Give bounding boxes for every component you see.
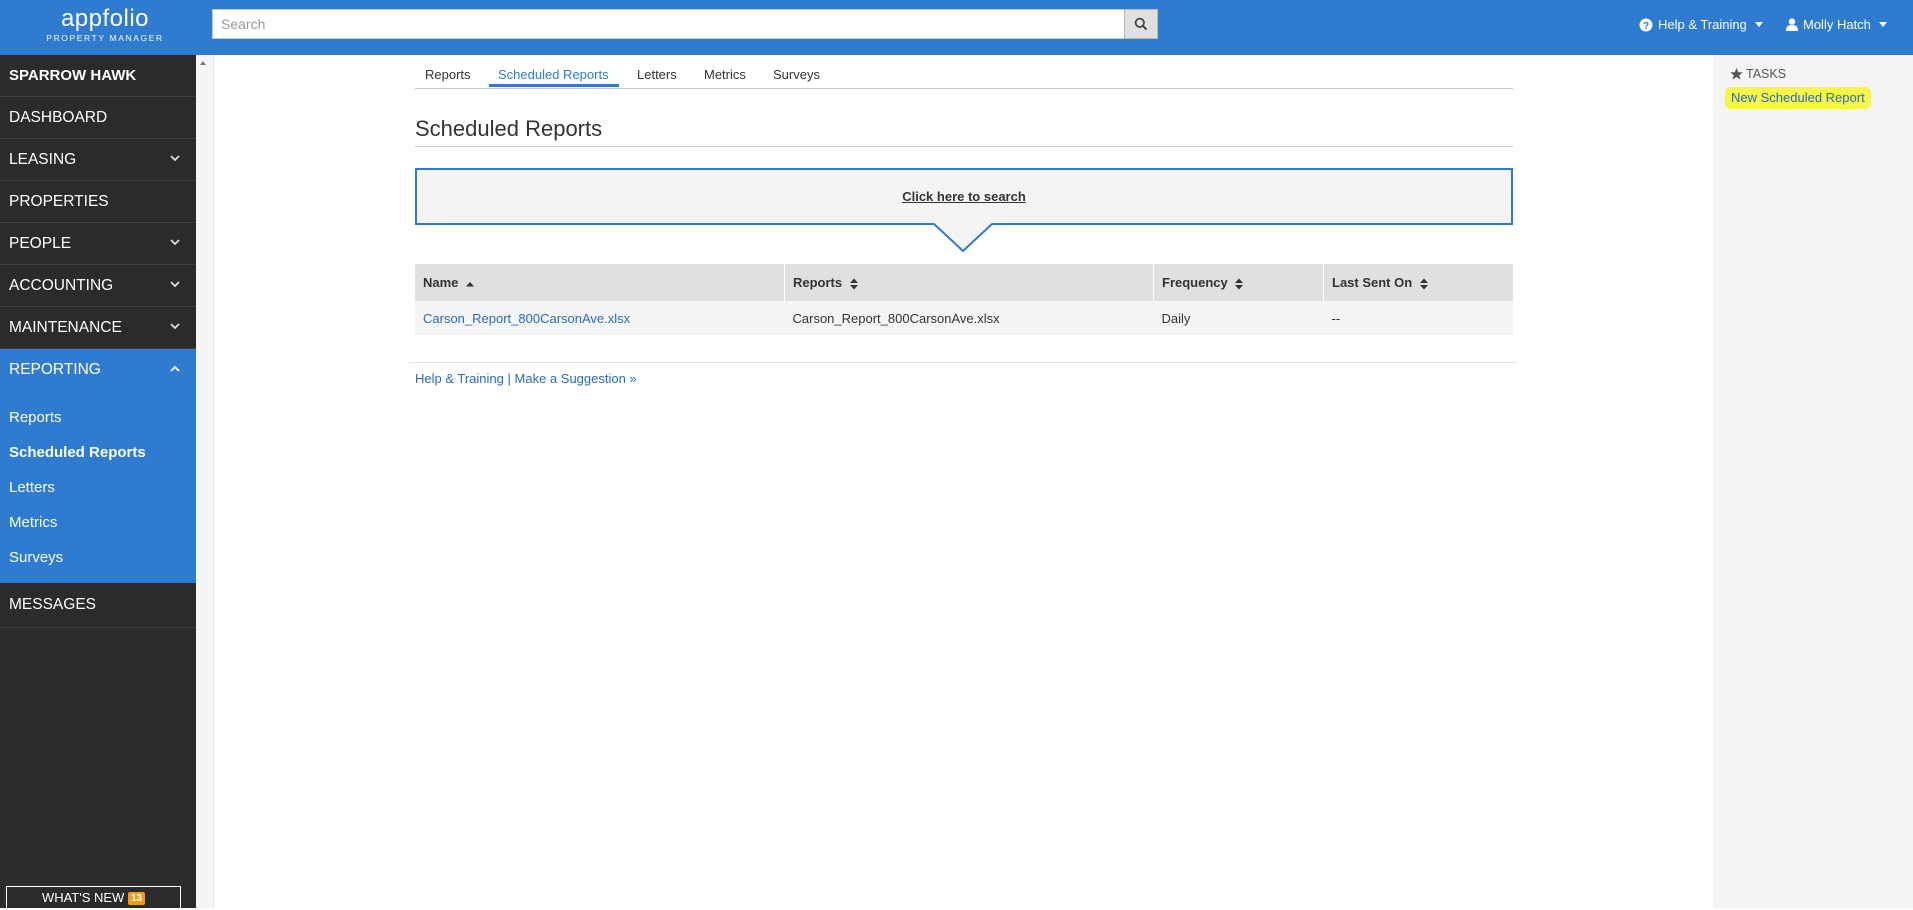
global-search [212, 9, 1158, 39]
active-tab-indicator [489, 84, 619, 87]
cell-reports: Carson_Report_800CarsonAve.xlsx [784, 301, 1154, 335]
sidebar: SPARROW HAWK DASHBOARD LEASING PROPERTIE… [0, 55, 196, 910]
sidebar-item-accounting[interactable]: ACCOUNTING [0, 265, 196, 307]
sort-ascending-icon [466, 281, 475, 287]
chevron-down-icon [170, 155, 180, 162]
chevron-down-icon [170, 323, 180, 330]
sort-icon [1419, 278, 1428, 290]
appfolio-logo[interactable]: appfolio PROPERTY MANAGER [40, 5, 170, 44]
sidebar-item-label: PROPERTIES [9, 193, 109, 210]
tab-scheduled-reports[interactable]: Scheduled Reports [498, 67, 609, 82]
sidebar-item-leasing[interactable]: LEASING [0, 139, 196, 181]
tab-surveys[interactable]: Surveys [773, 67, 820, 82]
sidebar-item-messages[interactable]: MESSAGES [0, 583, 196, 628]
tab-letters[interactable]: Letters [637, 67, 677, 82]
sidebar-item-people[interactable]: PEOPLE [0, 223, 196, 265]
whats-new-button[interactable]: WHAT'S NEW 13 [6, 886, 181, 910]
sidebar-subitem-scheduled-reports[interactable]: Scheduled Reports [0, 435, 196, 470]
whats-new-label: WHAT'S NEW [41, 890, 125, 905]
sort-icon [849, 278, 858, 290]
table-row: Carson_Report_800CarsonAve.xlsx Carson_R… [415, 301, 1513, 335]
footer-separator: | [507, 371, 511, 386]
search-icon [1134, 17, 1148, 31]
make-suggestion-link[interactable]: Make a Suggestion » [515, 371, 637, 386]
sidebar-scrollbar[interactable] [196, 55, 214, 908]
cell-name: Carson_Report_800CarsonAve.xlsx [415, 301, 785, 335]
reporting-submenu: Reports Scheduled Reports Letters Metric… [0, 390, 196, 583]
search-panel-pointer-icon [934, 223, 992, 253]
sidebar-item-maintenance[interactable]: MAINTENANCE [0, 307, 196, 349]
click-to-search-link[interactable]: Click here to search [902, 189, 1026, 204]
chevron-down-icon [170, 281, 180, 288]
report-name-link[interactable]: Carson_Report_800CarsonAve.xlsx [423, 311, 630, 326]
cell-frequency: Daily [1153, 301, 1324, 335]
column-header-frequency[interactable]: Frequency [1153, 264, 1324, 301]
scheduled-reports-table: Name Reports Frequency Last Sent On Cars… [415, 264, 1513, 335]
table-header-row: Name Reports Frequency Last Sent On [415, 264, 1513, 301]
help-training-label: Help & Training [1658, 17, 1747, 32]
tasks-panel: TASKS New Scheduled Report [1713, 55, 1913, 908]
help-training-menu[interactable]: ? Help & Training [1639, 17, 1763, 32]
search-input[interactable] [212, 9, 1124, 39]
sidebar-item-label: LEASING [9, 151, 77, 168]
chevron-down-icon [1754, 22, 1763, 27]
sidebar-subitem-surveys[interactable]: Surveys [0, 540, 196, 575]
user-icon [1786, 18, 1798, 31]
question-circle-icon: ? [1639, 18, 1653, 32]
sidebar-org-name: SPARROW HAWK [0, 55, 196, 97]
sort-icon [1235, 278, 1244, 290]
logo-subtitle: PROPERTY MANAGER [46, 33, 164, 43]
column-header-last-sent-on[interactable]: Last Sent On [1323, 264, 1513, 301]
sidebar-subitem-reports[interactable]: Reports [0, 400, 196, 435]
column-header-reports[interactable]: Reports [784, 264, 1154, 301]
filter-search-panel: Click here to search [415, 168, 1513, 225]
star-icon [1730, 68, 1743, 80]
cell-last-sent-on: -- [1323, 301, 1513, 335]
footer-links: Help & Training | Make a Suggestion » [415, 371, 637, 386]
sidebar-item-dashboard[interactable]: DASHBOARD [0, 97, 196, 139]
sidebar-item-label: REPORTING [9, 361, 101, 378]
new-scheduled-report-link[interactable]: New Scheduled Report [1725, 87, 1871, 109]
column-header-name[interactable]: Name [415, 264, 785, 301]
reporting-tabs: Reports Scheduled Reports Letters Metric… [415, 64, 1513, 89]
sidebar-subitem-letters[interactable]: Letters [0, 470, 196, 505]
svg-text:?: ? [1643, 21, 1649, 32]
top-bar: appfolio PROPERTY MANAGER ? Help & Train… [0, 0, 1913, 55]
chevron-up-icon [170, 365, 180, 372]
sidebar-item-label: ACCOUNTING [9, 277, 114, 294]
chevron-down-icon [170, 239, 180, 246]
footer-divider [409, 362, 1517, 363]
user-name: Molly Hatch [1803, 17, 1871, 32]
tab-reports[interactable]: Reports [425, 67, 471, 82]
sidebar-subitem-metrics[interactable]: Metrics [0, 505, 196, 540]
logo-brand: appfolio [60, 5, 150, 32]
title-divider [415, 146, 1513, 147]
footer-help-training-link[interactable]: Help & Training [415, 371, 504, 386]
user-menu[interactable]: Molly Hatch [1786, 17, 1887, 32]
whats-new-count-badge: 13 [127, 892, 146, 905]
sidebar-item-label: DASHBOARD [9, 109, 108, 126]
sidebar-item-label: PEOPLE [9, 235, 72, 252]
scroll-up-arrow-icon[interactable] [200, 61, 206, 65]
sidebar-item-label: MESSAGES [9, 596, 96, 613]
search-button[interactable] [1124, 9, 1158, 39]
sidebar-item-label: MAINTENANCE [9, 319, 122, 336]
sidebar-item-properties[interactable]: PROPERTIES [0, 181, 196, 223]
tasks-heading: TASKS [1730, 67, 1786, 81]
sidebar-item-reporting[interactable]: REPORTING [0, 349, 196, 390]
tasks-title: TASKS [1746, 67, 1787, 81]
tab-metrics[interactable]: Metrics [704, 67, 746, 82]
page-title: Scheduled Reports [415, 116, 603, 141]
chevron-down-icon [1878, 22, 1887, 27]
